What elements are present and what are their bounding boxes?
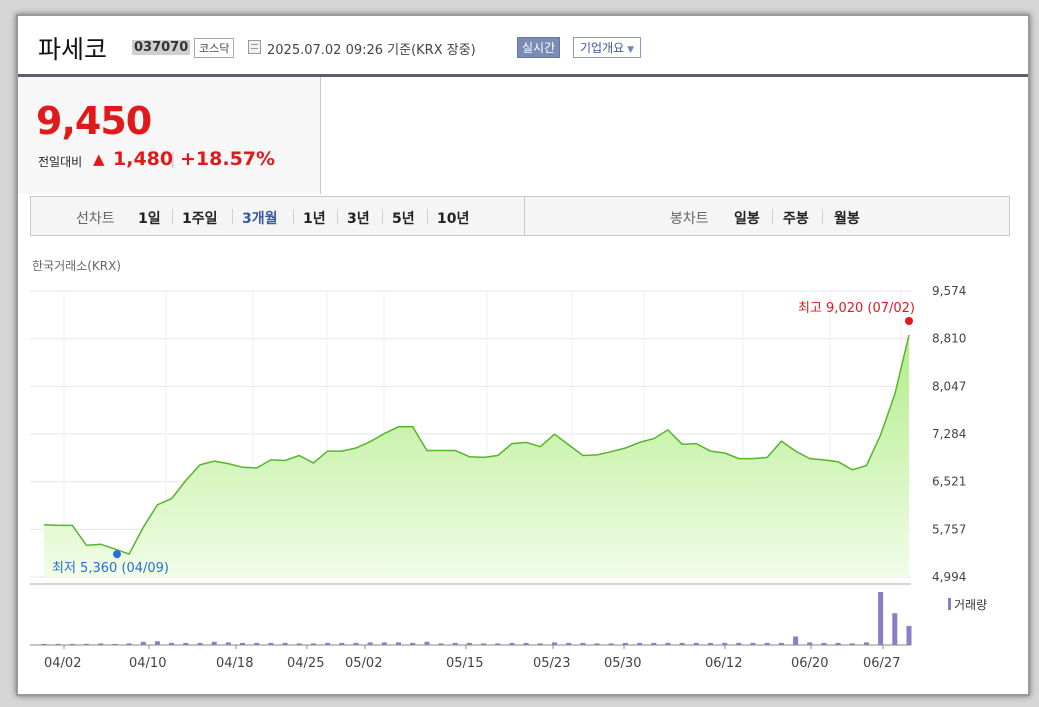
- min-label: 최저 5,360 (04/09): [52, 561, 169, 576]
- volume-bar: [566, 642, 572, 645]
- volume-bar: [523, 642, 529, 645]
- volume-bar: [835, 642, 841, 645]
- volume-bar: [481, 643, 487, 645]
- volume-bar: [892, 613, 898, 645]
- volume-bar: [310, 643, 316, 645]
- volume-bar: [693, 642, 699, 645]
- volume-bar: [708, 642, 713, 645]
- volume-bar: [594, 643, 600, 645]
- price-chart: 9,574 8,810 8,047 7,284 6,521 5,757 4,994 최저 5,…: [30, 284, 987, 671]
- volume-bar: [353, 642, 359, 645]
- volume-bar: [608, 643, 614, 645]
- volume-bar: [112, 643, 118, 645]
- x-tick-label: 06/20: [791, 656, 828, 671]
- x-tick-label: 05/02: [345, 656, 382, 671]
- volume-bar: [55, 643, 61, 645]
- volume-bar: [807, 642, 813, 646]
- volume-bar: [126, 643, 132, 645]
- min-point: [113, 550, 121, 559]
- volume-bar: [339, 642, 345, 645]
- volume-bar: [878, 592, 884, 645]
- volume-bar: [637, 642, 643, 645]
- volume-bar: [410, 642, 416, 645]
- x-tick-label: 04/25: [287, 656, 324, 671]
- stock-widget: 파세코 037070 코스닥 2025.07.02 09:26 기준(KRX 장…: [16, 14, 1030, 696]
- volume-bar: [849, 643, 855, 645]
- volume-bar: [183, 642, 189, 645]
- volume-bar: [864, 642, 869, 646]
- y-tick-label: 5,757: [932, 522, 966, 536]
- volume-bar: [98, 643, 104, 645]
- y-tick-label: 8,047: [932, 379, 966, 393]
- x-tick-label: 05/23: [533, 656, 570, 671]
- volume-bar: [225, 642, 231, 646]
- volume-bar: [509, 642, 515, 645]
- volume-bar: [651, 642, 657, 645]
- volume-bar: [679, 642, 685, 645]
- volume-bar: [254, 642, 260, 645]
- volume-bar: [197, 642, 203, 645]
- max-label: 최고 9,020 (07/02): [798, 301, 915, 316]
- x-tick-label: 05/30: [604, 656, 641, 671]
- volume-bar: [325, 642, 331, 645]
- volume-bar: [722, 642, 728, 645]
- volume-legend-label: 거래량: [954, 598, 987, 612]
- x-tick-label: 04/02: [44, 656, 81, 671]
- volume-bar: [778, 642, 784, 645]
- volume-bar: [906, 625, 912, 645]
- volume-bar: [296, 643, 302, 645]
- volume-bar: [495, 643, 501, 645]
- max-point: [905, 317, 913, 325]
- volume-bar: [240, 642, 245, 645]
- price-area: [44, 335, 909, 577]
- volume-bar: [552, 642, 557, 646]
- volume-bar: [736, 642, 742, 645]
- volume-bar: [580, 642, 586, 645]
- volume-legend-swatch: [948, 598, 951, 610]
- volume-bar: [665, 642, 671, 645]
- volume-bar: [268, 642, 274, 645]
- volume-bar: [41, 643, 47, 645]
- volume-bar: [764, 642, 770, 645]
- volume-bar: [84, 643, 89, 645]
- volume-bar: [466, 642, 472, 645]
- y-tick-label: 7,284: [932, 427, 966, 441]
- x-tick-label: 06/12: [705, 656, 742, 671]
- volume-bar: [537, 643, 543, 645]
- x-tick-label: 06/27: [863, 656, 900, 671]
- volume-bar: [424, 641, 430, 645]
- volume-bar: [438, 643, 444, 645]
- volume-bar: [367, 642, 373, 646]
- y-tick-label: 8,810: [932, 332, 966, 346]
- y-tick-label: 4,994: [932, 570, 966, 584]
- volume-bar: [381, 642, 387, 646]
- volume-bar: [396, 642, 401, 646]
- volume-bar: [69, 643, 75, 645]
- volume-bar: [154, 641, 160, 645]
- volume-bar: [821, 642, 827, 645]
- volume-bar: [622, 642, 628, 645]
- volume-bar: [452, 642, 458, 645]
- volume-bar: [750, 642, 756, 645]
- volume-bar: [282, 642, 288, 645]
- volume-bar: [140, 641, 146, 645]
- y-tick-label: 6,521: [932, 475, 966, 489]
- volume-bar: [169, 642, 175, 645]
- volume-bar: [211, 641, 217, 645]
- x-tick-label: 04/18: [216, 656, 253, 671]
- x-tick-label: 04/10: [129, 656, 166, 671]
- x-tick-label: 05/15: [446, 656, 483, 671]
- y-tick-label: 9,574: [932, 284, 966, 298]
- volume-bar: [793, 636, 799, 645]
